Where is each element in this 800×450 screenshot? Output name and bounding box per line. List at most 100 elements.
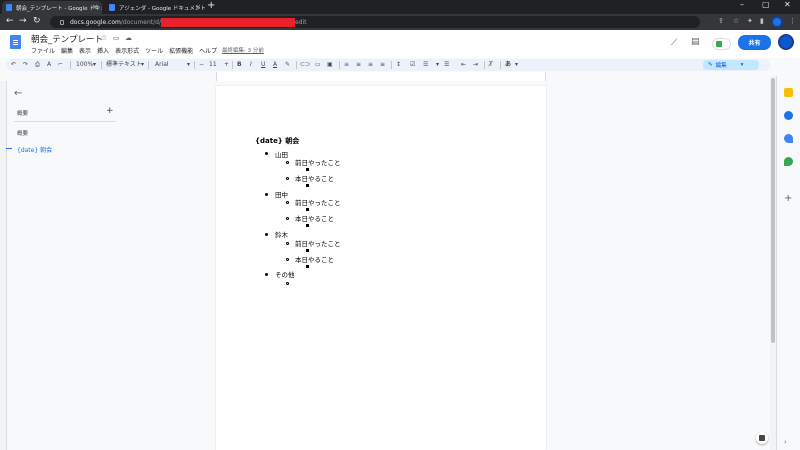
insert-image-icon[interactable]: ▣ [327,60,333,70]
highlight-icon[interactable]: ✎ [285,60,290,70]
account-avatar[interactable] [778,34,794,50]
bookmark-star-icon[interactable]: ☆ [733,17,739,25]
list-item[interactable]: 前日やったこと [295,238,341,248]
numbered-list-icon[interactable]: ☰ [444,60,449,70]
chevron-down-icon[interactable]: ▾ [436,60,439,70]
undo-icon[interactable]: ↶ [11,60,16,70]
menu-view[interactable]: 表示 [79,46,91,55]
sidebar-toggle-icon[interactable]: ▮ [760,17,764,25]
checklist-icon[interactable]: ☑ [410,60,415,70]
add-comment-icon[interactable]: ▭ [315,60,321,70]
align-justify-icon[interactable]: ≡ [380,60,385,70]
spellcheck-icon[interactable]: A [47,60,51,70]
new-tab-button[interactable]: + [207,0,215,11]
share-page-icon[interactable]: ⇪ [718,17,724,25]
person-name[interactable]: 山田 [275,149,288,159]
menu-tools[interactable]: ツール [145,46,163,55]
docs-logo-icon[interactable] [10,35,21,49]
side-panel [776,76,800,450]
font-select[interactable]: Arial [155,60,169,70]
list-item[interactable]: 本日やること [295,173,334,183]
clear-formatting-icon[interactable]: T̸ [489,60,493,70]
bulleted-list-icon[interactable]: ☰ [423,60,428,70]
forward-arrow-icon[interactable]: → [19,16,27,26]
maps-icon[interactable] [784,157,793,166]
paragraph-style-select[interactable]: 標準テキスト [106,60,142,70]
increase-indent-icon[interactable]: ⇥ [473,60,478,70]
align-left-icon[interactable]: ≡ [344,60,349,70]
italic-icon[interactable]: I [250,60,252,70]
chevron-down-icon[interactable]: ▾ [515,60,518,70]
menu-format[interactable]: 表示形式 [115,46,139,55]
contacts-icon[interactable] [784,134,793,143]
decrease-font-size-button[interactable]: − [199,60,204,70]
list-item[interactable]: 本日やること [295,254,334,264]
close-outline-arrow-icon[interactable]: ← [14,88,22,99]
paint-format-icon[interactable]: ⌐ [58,60,63,70]
add-summary-plus-icon[interactable]: + [106,106,114,116]
collapse-panel-chevron-icon[interactable]: › [784,438,787,446]
menu-edit[interactable]: 編集 [61,46,73,55]
close-icon[interactable]: × [92,3,98,11]
get-addons-plus-icon[interactable]: + [784,193,792,204]
print-icon[interactable]: ⎙ [35,60,40,70]
menu-extensions[interactable]: 拡張機能 [169,46,193,55]
line-spacing-icon[interactable]: ↕ [396,60,401,70]
close-icon[interactable]: × [195,3,201,11]
outline-item[interactable]: {date} 朝会 [17,145,52,154]
list-item[interactable]: 本日やること [295,213,334,223]
tab-agenda[interactable]: アジェンダ - Google ドキュメント × [105,1,205,14]
font-size-input[interactable]: 11 [209,60,217,70]
list-item[interactable]: 前日やったこと [295,157,341,167]
chevron-down-icon[interactable]: ▾ [93,60,96,70]
activity-trend-icon[interactable]: ⟋ [671,38,677,48]
input-tools-icon[interactable]: あ [505,60,511,70]
document-heading[interactable]: {date} 朝会 [255,136,299,146]
keep-icon[interactable] [784,88,793,97]
list-item[interactable]: 前日やったこと [295,197,341,207]
browser-profile-avatar[interactable] [771,16,783,28]
comment-history-icon[interactable]: ▤ [691,37,700,47]
link-icon[interactable]: ⊂⊃ [300,60,310,70]
horizontal-ruler[interactable] [216,72,546,81]
redo-icon[interactable]: ↷ [23,60,28,70]
maximize-icon[interactable]: ▢ [762,0,770,9]
align-right-icon[interactable]: ≡ [368,60,373,70]
explore-button-icon[interactable] [756,432,768,444]
bold-icon[interactable]: B [237,60,242,70]
cloud-status-icon[interactable]: ☁ [125,34,132,42]
menu-insert[interactable]: 挿入 [97,46,109,55]
increase-font-size-button[interactable]: + [224,60,229,70]
person-name[interactable]: 鈴木 [275,229,288,239]
scrollbar-thumb[interactable] [771,78,775,343]
meet-button-icon[interactable] [712,38,731,50]
star-icon[interactable]: ☆ [101,34,107,42]
chevron-down-icon[interactable]: ▾ [187,60,190,70]
editing-mode-select[interactable]: ✎ 編集 ▾ [703,60,759,70]
text-color-icon[interactable]: A [273,60,277,70]
tab-meeting-template[interactable]: 朝会_テンプレート - Google ドキュメ × [2,1,102,14]
address-bar[interactable]: docs.google.com /document/d/ edit [50,16,700,28]
share-button[interactable]: 共有 [738,35,771,50]
align-center-icon[interactable]: ≡ [356,60,361,70]
tasks-icon[interactable] [784,111,793,120]
reload-icon[interactable]: ↻ [33,16,41,26]
extensions-puzzle-icon[interactable]: ✦ [747,17,753,25]
menu-file[interactable]: ファイル [31,46,55,55]
person-name[interactable]: 田中 [275,189,288,199]
decrease-indent-icon[interactable]: ⇤ [461,60,466,70]
document-title[interactable]: 朝会_テンプレート [31,33,103,45]
minimize-icon[interactable]: – [740,0,744,9]
back-arrow-icon[interactable]: ← [6,16,14,26]
chevron-down-icon[interactable]: ▾ [141,60,144,70]
share-button-label: 共有 [748,40,761,47]
window-close-icon[interactable]: ✕ [784,0,791,9]
last-edit-link[interactable]: 最終編集: 3 分前 [222,46,264,54]
vertical-ruler[interactable] [0,81,7,450]
browser-menu-icon[interactable]: ⋮ [789,17,796,25]
menu-help[interactable]: ヘルプ [199,46,217,55]
move-folder-icon[interactable]: ▭ [113,34,120,42]
other-item[interactable]: その他 [275,269,295,279]
zoom-select[interactable]: 100% [76,60,93,70]
underline-icon[interactable]: U [261,60,265,70]
